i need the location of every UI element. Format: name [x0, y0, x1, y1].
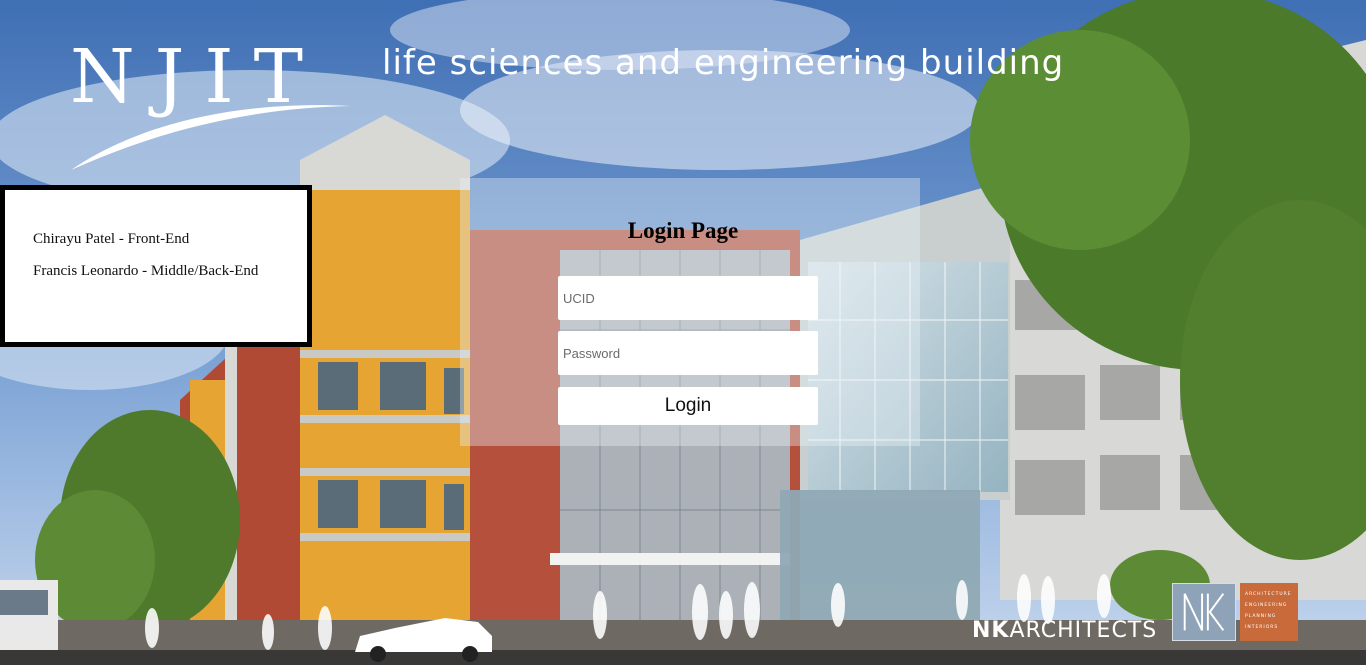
nk-services-list: ARCHITECTURE ENGINEERING PLANNING INTERI… [1240, 583, 1298, 641]
password-input[interactable] [558, 331, 818, 375]
nk-service-item: INTERIORS [1245, 625, 1279, 630]
nk-service-item: ARCHITECTURE [1245, 592, 1292, 597]
nk-wordmark-bold: NK [972, 618, 1010, 643]
ucid-input[interactable] [558, 276, 818, 320]
credits-box: Chirayu Patel - Front-End Francis Leonar… [0, 185, 312, 347]
nk-service-item: PLANNING [1245, 614, 1277, 619]
login-form: Login Page Login [460, 178, 920, 446]
swoosh-icon [71, 105, 351, 170]
credit-line-front-end: Chirayu Patel - Front-End [33, 231, 190, 247]
page-tagline: life sciences and engineering building [382, 43, 1065, 83]
nk-monogram-icon [1172, 583, 1236, 641]
nk-architects-wordmark: NKARCHITECTS [972, 620, 1157, 642]
login-button[interactable]: Login [558, 387, 818, 425]
login-title: Login Page [627, 218, 739, 243]
nk-wordmark-rest: ARCHITECTS [1009, 618, 1158, 643]
credit-line-back-end: Francis Leonardo - Middle/Back-End [33, 263, 259, 279]
nk-service-item: ENGINEERING [1245, 603, 1288, 608]
